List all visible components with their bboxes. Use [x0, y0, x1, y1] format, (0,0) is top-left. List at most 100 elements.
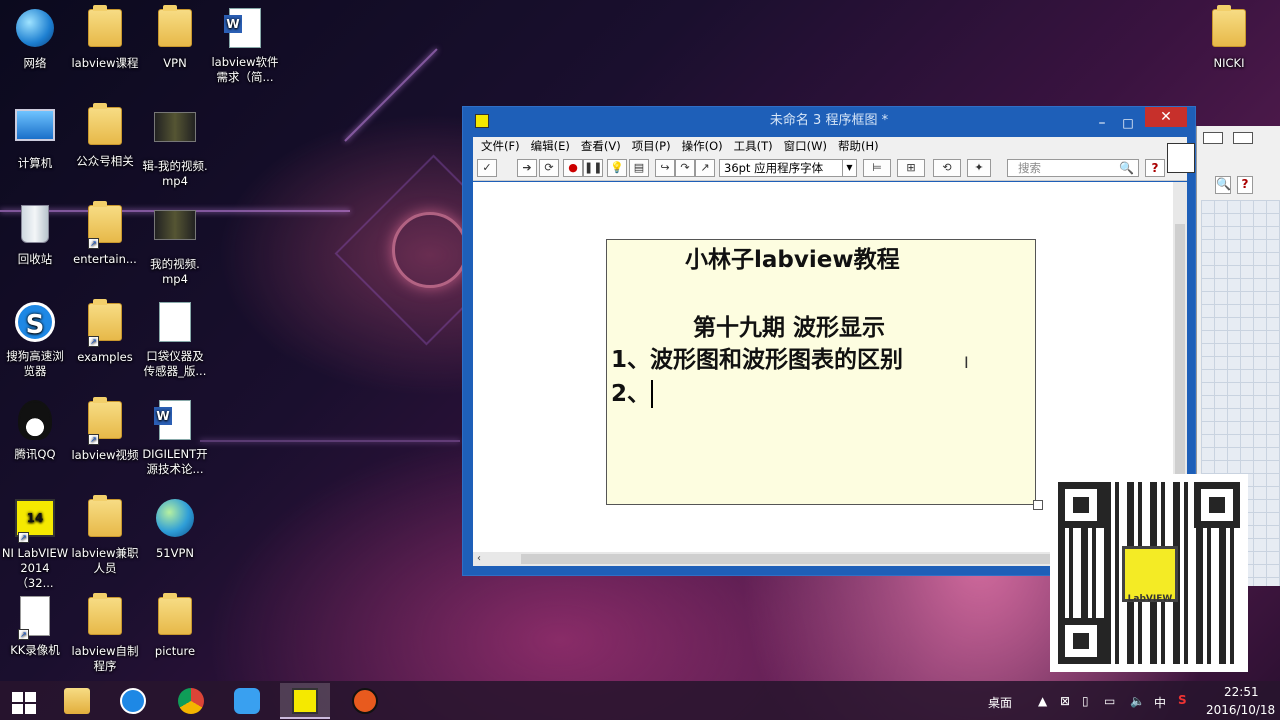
context-help-icon[interactable]: ? — [1145, 159, 1165, 177]
taskbar: 桌面 ▲ ⊠ ▯ ▭ 🔈 中 S 22:51 2016/10/18 — [0, 681, 1280, 720]
highlight-execution-icon[interactable]: 💡 — [607, 159, 627, 177]
abort-icon[interactable]: ● — [563, 159, 583, 177]
desktop-icon-51vpn[interactable]: 51VPN — [140, 496, 210, 561]
checkmark-icon[interactable]: ✓ — [477, 159, 497, 177]
wallpaper-light-line — [344, 48, 438, 142]
tray-sogou-ime-icon[interactable]: S — [1178, 693, 1187, 707]
desktop-icon-labview-course[interactable]: labview课程 — [70, 5, 140, 71]
align-objects-icon[interactable]: ⊨ — [863, 159, 891, 177]
desktop-icon-recycle-bin[interactable]: 回收站 — [0, 202, 70, 267]
retain-wire-values-icon[interactable]: ▤ — [629, 159, 649, 177]
minimize-button[interactable] — [1203, 132, 1223, 144]
taskbar-sogou-browser[interactable] — [108, 683, 158, 719]
desktop-icon-label: labview自制 程序 — [71, 644, 139, 673]
desktop-icon-entertainment[interactable]: ↗ entertain... — [70, 201, 140, 267]
taskbar-baidu-netdisk[interactable] — [222, 683, 272, 719]
reorder-icon[interactable]: ⟲ — [933, 159, 961, 177]
qr-finder-pattern — [1058, 482, 1104, 528]
desktop-icon-label: NI LabVIEW 2014 （32... — [1, 546, 69, 590]
menu-view[interactable]: 查看(V) — [577, 137, 628, 155]
desktop-icon-labview-video[interactable]: ↗ labview视频 — [70, 397, 140, 463]
menu-project[interactable]: 项目(P) — [628, 137, 678, 155]
desktop-icon-vpn[interactable]: VPN — [140, 5, 210, 71]
desktop-icon-label: labview视频 — [71, 448, 139, 462]
note-line-title: 小林子labview教程 — [685, 247, 900, 273]
menu-file[interactable]: 文件(F) — [477, 137, 527, 155]
pause-icon[interactable]: ❚❚ — [583, 159, 603, 177]
desktop-icon-digilent[interactable]: W DIGILENT开 源技术论... — [140, 398, 210, 477]
menu-operate[interactable]: 操作(O) — [678, 137, 730, 155]
desktop-icon-labview-parttime[interactable]: labview兼职 人员 — [70, 495, 140, 576]
desktop-icon-examples[interactable]: ↗ examples — [70, 299, 140, 365]
distribute-objects-icon[interactable]: ⊞ — [897, 159, 925, 177]
taskbar-chrome[interactable] — [166, 683, 216, 719]
taskbar-labview[interactable] — [280, 683, 330, 719]
spreadsheet-file-icon — [159, 302, 191, 342]
tray-ime-indicator[interactable]: 中 — [1154, 694, 1166, 711]
desktop-icon-kk-recorder[interactable]: ↗ KK录像机 — [0, 594, 70, 658]
desktop-icon-picture[interactable]: picture — [140, 593, 210, 659]
tray-volume-icon[interactable]: 🔈 — [1130, 694, 1145, 708]
taskbar-recorder[interactable] — [340, 683, 390, 719]
close-button[interactable]: ✕ — [1145, 107, 1187, 127]
clock-date[interactable]: 2016/10/18 — [1206, 703, 1275, 717]
tray-desktop-toolbar[interactable]: 桌面 — [988, 694, 1012, 711]
search-icon: 🔍 — [1119, 161, 1134, 175]
desktop-icon-label: 搜狗高速浏 览器 — [6, 349, 64, 378]
taskbar-file-explorer[interactable] — [52, 683, 102, 719]
minimize-button[interactable]: – — [1089, 109, 1115, 131]
tray-network-icon[interactable]: ⊠ — [1060, 694, 1070, 708]
window-titlebar[interactable]: 未命名 3 程序框图 * – □ ✕ — [463, 107, 1195, 137]
desktop-icon-edited-video[interactable]: 辑-我的视频. mp4 — [140, 104, 210, 189]
video-file-icon — [154, 112, 196, 142]
shortcut-arrow-icon: ↗ — [18, 629, 29, 640]
scroll-left-arrow-icon[interactable]: ‹ — [477, 553, 481, 564]
desktop-icon-labview-software-req[interactable]: W labview软件 需求（简... — [210, 6, 280, 85]
resize-handle[interactable] — [1033, 500, 1043, 510]
desktop-icon-computer[interactable]: 计算机 — [0, 104, 70, 171]
qq-penguin-icon — [18, 400, 52, 440]
clean-up-diagram-icon[interactable]: ✦ — [967, 159, 991, 177]
menu-help[interactable]: 帮助(H) — [834, 137, 886, 155]
run-arrow-icon[interactable]: ➔ — [517, 159, 537, 177]
desktop-icon-network[interactable]: 网络 — [0, 6, 70, 71]
step-over-icon[interactable]: ↷ — [675, 159, 695, 177]
menu-edit[interactable]: 编辑(E) — [527, 137, 577, 155]
run-continuously-icon[interactable]: ⟳ — [539, 159, 559, 177]
step-out-icon[interactable]: ↗ — [695, 159, 715, 177]
menu-window[interactable]: 窗口(W) — [780, 137, 834, 155]
desktop-icon-nicki[interactable]: NICKI — [1194, 5, 1264, 71]
desktop-icon-wechat-related[interactable]: 公众号相关 — [70, 103, 140, 169]
clock-time[interactable]: 22:51 — [1224, 685, 1259, 699]
desktop-icon-pocket-instrument[interactable]: 口袋仪器及 传感器_版... — [140, 300, 210, 379]
qr-finder-pattern — [1058, 618, 1104, 664]
desktop-icon-label: NICKI — [1213, 56, 1245, 70]
free-label-comment[interactable]: 小林子labview教程 第十九期 波形显示 1、波形图和波形图表的区别 2、 — [606, 239, 1043, 510]
desktop-icon-labview-2014[interactable]: 14 ↗ NI LabVIEW 2014 （32... — [0, 496, 70, 591]
wallpaper-light-line — [200, 440, 460, 442]
text-caret — [651, 380, 653, 408]
tray-battery-icon[interactable]: ▯ — [1082, 694, 1089, 708]
sogou-browser-icon — [120, 688, 146, 714]
desktop-icon-label: KK录像机 — [10, 643, 60, 657]
step-into-icon[interactable]: ↪ — [655, 159, 675, 177]
tray-display-icon[interactable]: ▭ — [1104, 694, 1115, 708]
vi-icon[interactable] — [1167, 143, 1195, 173]
desktop-icon-my-video[interactable]: 我的视频. mp4 — [140, 202, 210, 287]
desktop-icon-sogou-browser[interactable]: S 搜狗高速浏 览器 — [0, 300, 70, 379]
desktop-icon-qq[interactable]: 腾讯QQ — [0, 398, 70, 462]
menu-tools[interactable]: 工具(T) — [730, 137, 780, 155]
scrollbar-thumb[interactable] — [521, 554, 1121, 564]
search-icon[interactable]: 🔍 — [1215, 176, 1231, 194]
desktop-icon-labview-programs[interactable]: labview自制 程序 — [70, 593, 140, 674]
search-input[interactable]: 搜索 🔍 — [1007, 159, 1139, 177]
start-button[interactable] — [0, 683, 50, 719]
folder-icon — [88, 103, 122, 145]
help-icon[interactable]: ? — [1237, 176, 1253, 194]
font-select[interactable]: 36pt 应用程序字体 ▼ — [719, 159, 857, 177]
tray-overflow-chevron-icon[interactable]: ▲ — [1038, 694, 1047, 708]
window-title: 未命名 3 程序框图 * — [769, 113, 889, 128]
maximize-button[interactable]: □ — [1115, 109, 1141, 130]
folder-icon — [88, 495, 122, 537]
maximize-button[interactable] — [1233, 132, 1253, 144]
